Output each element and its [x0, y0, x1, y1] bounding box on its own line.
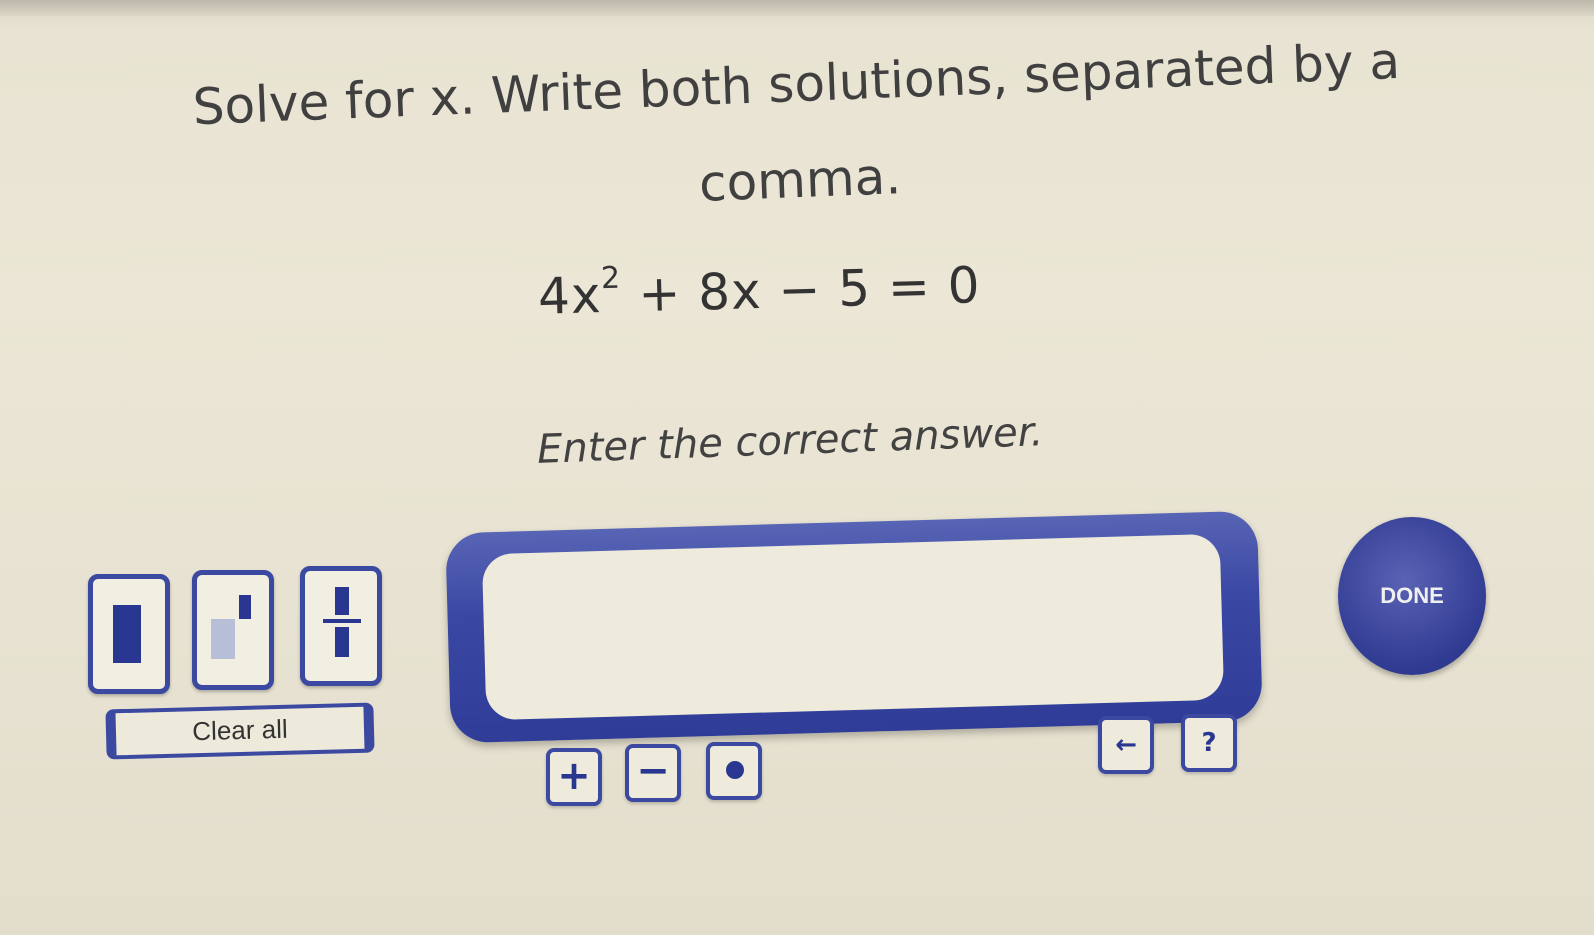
question-prompt: Solve for x. Write both solutions, separ… — [120, 10, 1476, 254]
decimal-key[interactable] — [706, 742, 762, 800]
equation-rest: + 8x − 5 = 0 — [620, 256, 982, 324]
fraction-template-button[interactable] — [300, 566, 382, 686]
plus-key[interactable]: + — [546, 748, 602, 806]
done-button[interactable]: DONE — [1338, 517, 1486, 675]
minus-key[interactable]: − — [625, 744, 681, 802]
clear-all-button[interactable]: Clear all — [105, 702, 375, 760]
equation: 4x2 + 8x − 5 = 0 — [537, 256, 981, 326]
equation-exponent: 2 — [600, 260, 622, 297]
answer-input[interactable] — [481, 533, 1225, 721]
exponent-power-shape — [239, 595, 251, 619]
fraction-denominator-shape — [335, 627, 349, 657]
exponent-base-shape — [211, 619, 235, 659]
fraction-numerator-shape — [335, 587, 349, 615]
fraction-bar-shape — [323, 619, 361, 623]
box-template-button[interactable] — [88, 574, 170, 694]
help-key[interactable]: ? — [1181, 714, 1237, 772]
exponent-template-button[interactable] — [192, 570, 274, 690]
box-template-icon — [113, 605, 141, 663]
instruction-text: Enter the correct answer. — [536, 409, 1044, 473]
equation-lead: 4x — [537, 266, 603, 326]
backspace-key[interactable]: ← — [1098, 716, 1154, 774]
dot-icon — [726, 761, 744, 779]
